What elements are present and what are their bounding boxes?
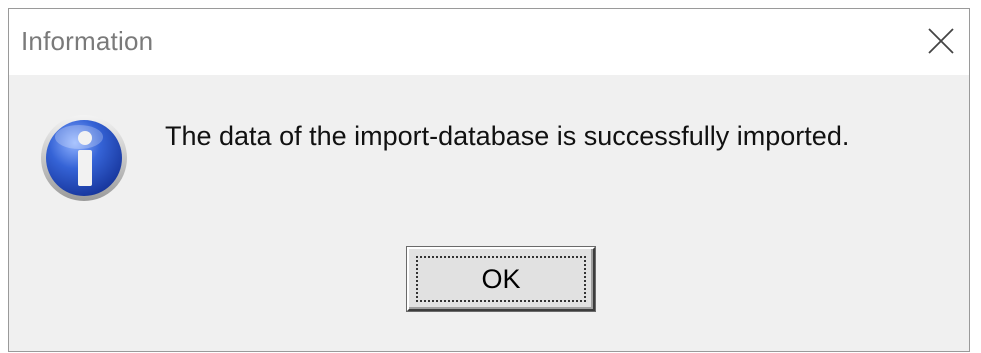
close-icon — [928, 28, 954, 54]
information-dialog: Information The data of the import-datab… — [8, 8, 970, 352]
ok-button[interactable]: OK — [407, 247, 595, 311]
information-icon — [41, 115, 127, 201]
dialog-content: The data of the import-database is succe… — [9, 75, 969, 351]
dialog-message: The data of the import-database is succe… — [165, 121, 850, 151]
title-bar: Information — [9, 9, 969, 75]
ok-button-label: OK — [481, 263, 521, 294]
dialog-title: Information — [21, 26, 154, 56]
close-button[interactable] — [919, 19, 963, 63]
